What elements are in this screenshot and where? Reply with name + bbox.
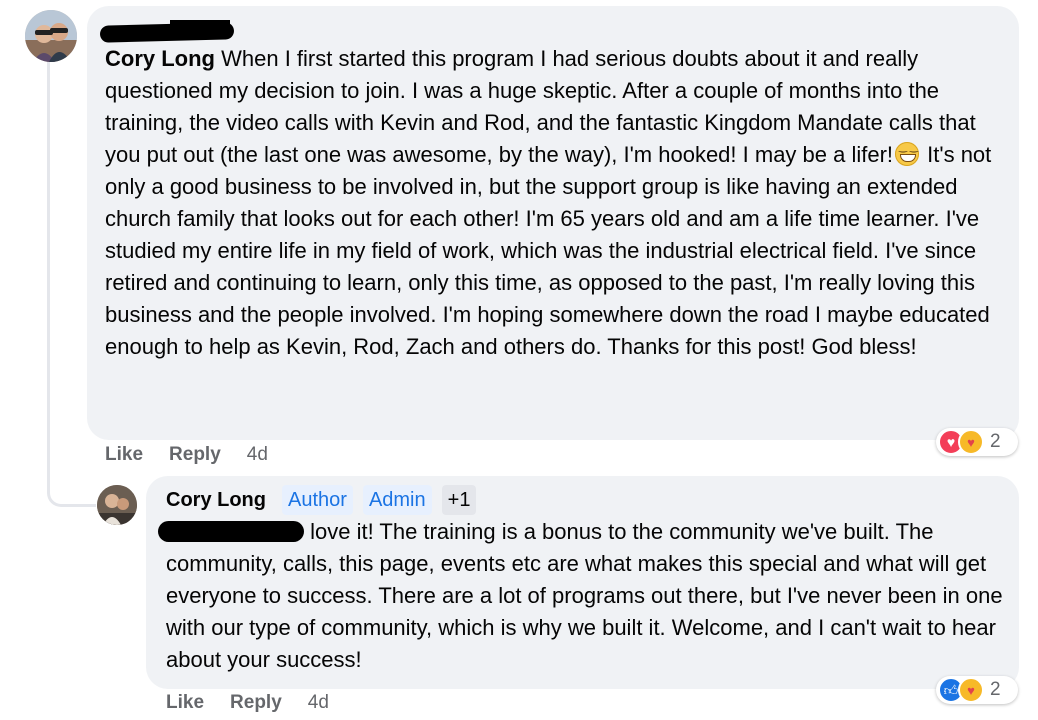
comment-body: Cory Long When I first started this prog… bbox=[105, 43, 1010, 363]
avatar-photo-icon bbox=[97, 485, 137, 525]
reply-author-name[interactable]: Cory Long bbox=[166, 489, 266, 512]
redacted-name-bar-tail bbox=[170, 20, 230, 28]
more-badges-button[interactable]: +1 bbox=[441, 485, 477, 515]
reaction-summary[interactable]: 👍︎ ♥ 2 bbox=[936, 676, 1018, 704]
like-button[interactable]: Like bbox=[105, 444, 143, 466]
comment-text-part-1: When I first started this program I had … bbox=[105, 46, 976, 167]
reply-header: Cory Long Author Admin +1 bbox=[166, 484, 477, 516]
reaction-count: 2 bbox=[990, 679, 1001, 700]
reply-author-avatar[interactable] bbox=[97, 485, 137, 525]
avatar-photo-icon bbox=[25, 10, 77, 62]
reply-timestamp[interactable]: 4d bbox=[308, 692, 329, 714]
admin-badge[interactable]: Admin bbox=[362, 485, 432, 515]
reaction-summary[interactable]: ♥ ♥ 2 bbox=[936, 428, 1018, 456]
commenter-avatar[interactable] bbox=[25, 10, 77, 62]
comment-timestamp[interactable]: 4d bbox=[247, 444, 268, 466]
care-icon: ♥ bbox=[958, 677, 984, 703]
grinning-face-icon bbox=[895, 142, 920, 166]
reaction-count: 2 bbox=[990, 431, 1001, 452]
comment-author-name[interactable]: Cory Long bbox=[105, 46, 215, 71]
comment-text-part-2: It's not only a good business to be invo… bbox=[105, 142, 992, 359]
care-icon: ♥ bbox=[958, 429, 984, 455]
reply-text: love it! The training is a bonus to the … bbox=[166, 519, 1003, 672]
reply-button[interactable]: Reply bbox=[169, 444, 221, 466]
author-badge[interactable]: Author bbox=[282, 485, 353, 515]
comment-actions: Like Reply 4d bbox=[105, 444, 268, 466]
like-button[interactable]: Like bbox=[166, 692, 204, 714]
reply-button[interactable]: Reply bbox=[230, 692, 282, 714]
reply-actions: Like Reply 4d bbox=[166, 692, 329, 714]
reply-body: love it! The training is a bonus to the … bbox=[166, 516, 1006, 676]
